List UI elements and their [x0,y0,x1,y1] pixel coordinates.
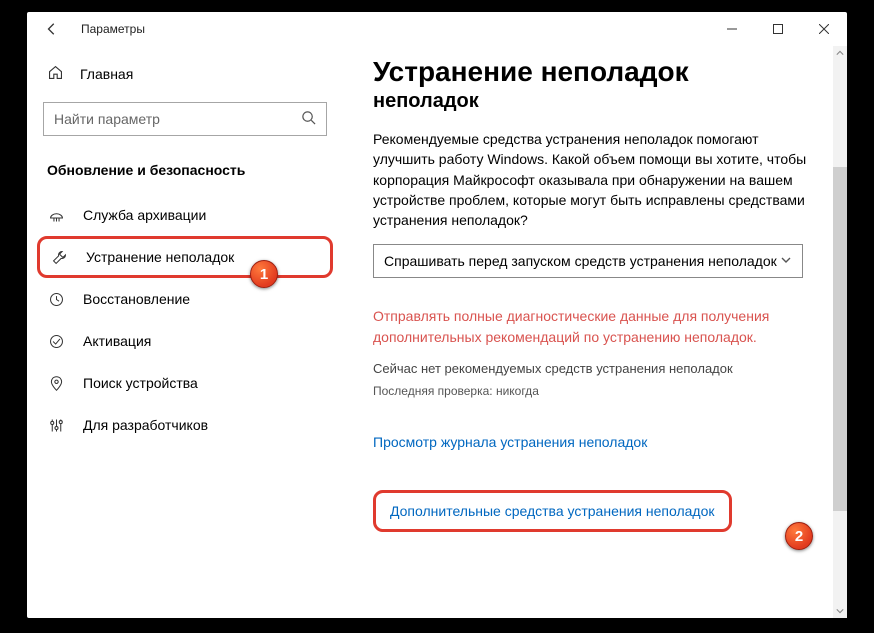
sidebar-item-activation[interactable]: Активация [27,320,343,362]
description-text: Рекомендуемые средства устранения непола… [373,129,807,230]
search-placeholder: Найти параметр [54,111,160,127]
chevron-down-icon [780,253,792,269]
annotation-callout-2: 2 [785,522,813,550]
sidebar-item-label: Для разработчиков [83,417,208,433]
page-title: Устранение неполадок [373,56,807,88]
scroll-up-icon[interactable] [833,46,847,60]
page-subtitle: неполадок [373,90,807,113]
sidebar-item-label: Восстановление [83,291,190,307]
search-icon [301,110,316,128]
content-pane: Устранение неполадок неполадок Рекоменду… [343,46,847,618]
vertical-scrollbar[interactable] [833,46,847,618]
scroll-down-icon[interactable] [833,604,847,618]
recovery-icon [47,290,65,308]
backup-icon [47,206,65,224]
sidebar-item-backup[interactable]: Служба архивации [27,194,343,236]
wrench-icon [50,248,68,266]
check-circle-icon [47,332,65,350]
sidebar-item-developers[interactable]: Для разработчиков [27,404,343,446]
last-check-text: Последняя проверка: никогда [373,384,807,398]
sidebar-item-label: Активация [83,333,151,349]
sidebar-item-label: Служба архивации [83,207,206,223]
location-icon [47,374,65,392]
sidebar-item-troubleshoot[interactable]: Устранение неполадок [37,236,333,278]
minimize-button[interactable] [709,12,755,46]
close-button[interactable] [801,12,847,46]
additional-troubleshooters-link[interactable]: Дополнительные средства устранения непол… [373,490,732,532]
sidebar-item-find-device[interactable]: Поиск устройства [27,362,343,404]
app-title: Параметры [81,22,145,36]
back-button[interactable] [45,22,59,36]
frequency-select[interactable]: Спрашивать перед запуском средств устран… [373,244,803,278]
settings-window: Параметры Главная Найти параметр Обно [27,12,847,618]
sidebar-category: Обновление и безопасность [27,136,343,194]
search-input[interactable]: Найти параметр [43,102,327,136]
titlebar: Параметры [27,12,847,46]
sidebar-home[interactable]: Главная [27,54,343,96]
annotation-callout-1: 1 [250,260,278,288]
home-icon [47,64,64,84]
sliders-icon [47,416,65,434]
select-value: Спрашивать перед запуском средств устран… [384,253,777,269]
status-text: Сейчас нет рекомендуемых средств устране… [373,361,807,376]
scrollbar-thumb[interactable] [833,167,847,510]
sidebar-item-label: Поиск устройства [83,375,198,391]
history-link[interactable]: Просмотр журнала устранения неполадок [373,434,647,450]
diagnostic-link[interactable]: Отправлять полные диагностические данные… [373,306,807,347]
sidebar-item-label: Устранение неполадок [86,249,234,265]
maximize-button[interactable] [755,12,801,46]
sidebar-item-recovery[interactable]: Восстановление [27,278,343,320]
sidebar-home-label: Главная [80,66,133,82]
sidebar: Главная Найти параметр Обновление и безо… [27,46,343,618]
